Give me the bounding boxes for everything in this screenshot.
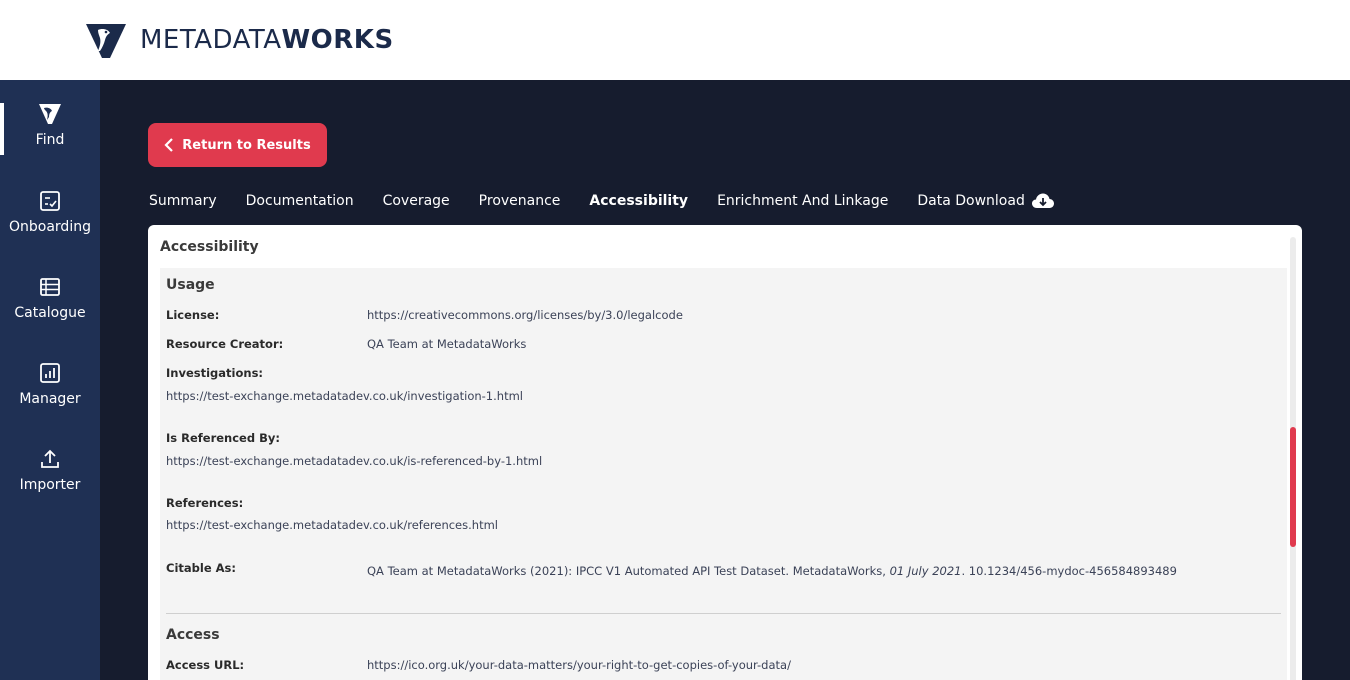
tab-summary[interactable]: Summary: [149, 193, 217, 209]
section-divider: [166, 613, 1281, 614]
scrollbar-thumb[interactable]: [1290, 427, 1296, 547]
accessibility-details: Usage License: https://creativecommons.o…: [160, 268, 1287, 680]
sidebar: Find Onboarding Catalogue Manager Import…: [0, 80, 100, 680]
return-to-results-button[interactable]: Return to Results: [148, 123, 327, 167]
upload-icon: [41, 449, 59, 468]
panel-title: Accessibility: [160, 239, 259, 255]
return-button-label: Return to Results: [182, 137, 311, 153]
brand-name-bold: WORKS: [281, 25, 394, 55]
cloud-download-icon: [1031, 193, 1054, 208]
metadataworks-logo-icon: [86, 24, 126, 58]
brand-logo[interactable]: METADATAWORKS: [86, 20, 394, 60]
bar-chart-icon: [40, 363, 60, 383]
find-logo-icon: [39, 104, 61, 124]
citation-date: 01 July 2021: [889, 564, 962, 578]
brand-wordmark: METADATAWORKS: [140, 27, 394, 53]
access-url-value[interactable]: https://ico.org.uk/your-data-matters/you…: [367, 658, 791, 672]
sidebar-item-label: Onboarding: [9, 219, 91, 235]
tab-coverage[interactable]: Coverage: [383, 193, 450, 209]
citable-as-label: Citable As:: [166, 561, 236, 575]
access-section-title: Access: [166, 627, 220, 643]
is-referenced-by-label: Is Referenced By:: [166, 431, 280, 445]
license-value[interactable]: https://creativecommons.org/licenses/by/…: [367, 308, 683, 322]
references-link[interactable]: https://test-exchange.metadatadev.co.uk/…: [166, 518, 498, 532]
sidebar-item-manager[interactable]: Manager: [0, 362, 100, 442]
main-content: Return to Results Summary Documentation …: [100, 80, 1350, 680]
list-icon: [40, 278, 60, 296]
sidebar-item-importer[interactable]: Importer: [0, 448, 100, 528]
tab-enrichment-and-linkage[interactable]: Enrichment And Linkage: [717, 193, 888, 209]
sidebar-item-find[interactable]: Find: [0, 103, 100, 183]
sidebar-item-label: Catalogue: [14, 305, 86, 321]
citation-text: QA Team at MetadataWorks (2021): IPCC V1…: [367, 564, 890, 578]
sidebar-item-label: Find: [35, 132, 65, 148]
resource-creator-value: QA Team at MetadataWorks: [367, 337, 527, 351]
tab-data-download-label: Data Download: [917, 193, 1025, 209]
tab-documentation[interactable]: Documentation: [246, 193, 354, 209]
sidebar-item-label: Manager: [19, 391, 81, 407]
license-label: License:: [166, 308, 220, 322]
investigations-link[interactable]: https://test-exchange.metadatadev.co.uk/…: [166, 389, 523, 403]
investigations-label: Investigations:: [166, 366, 264, 380]
tab-provenance[interactable]: Provenance: [479, 193, 561, 209]
usage-section-title: Usage: [166, 277, 215, 293]
tab-data-download[interactable]: Data Download: [917, 192, 1054, 210]
citable-as-value: QA Team at MetadataWorks (2021): IPCC V1…: [367, 564, 1177, 578]
sidebar-item-catalogue[interactable]: Catalogue: [0, 276, 100, 356]
references-label: References:: [166, 496, 244, 510]
access-url-label: Access URL:: [166, 658, 245, 672]
tab-accessibility[interactable]: Accessibility: [589, 193, 688, 209]
sidebar-item-label: Importer: [19, 477, 81, 493]
checklist-icon: [40, 191, 60, 211]
chevron-left-icon: [164, 138, 174, 152]
top-header: METADATAWORKS: [0, 0, 1350, 80]
is-referenced-by-link[interactable]: https://test-exchange.metadatadev.co.uk/…: [166, 454, 542, 468]
accessibility-panel: Accessibility Usage License: https://cre…: [148, 225, 1302, 680]
brand-name-thin: METADATA: [140, 25, 282, 55]
resource-creator-label: Resource Creator:: [166, 337, 284, 351]
citation-doi: . 10.1234/456-mydoc-456584893489: [961, 564, 1177, 578]
sidebar-item-onboarding[interactable]: Onboarding: [0, 190, 100, 270]
dataset-tabs: Summary Documentation Coverage Provenanc…: [149, 188, 1084, 214]
